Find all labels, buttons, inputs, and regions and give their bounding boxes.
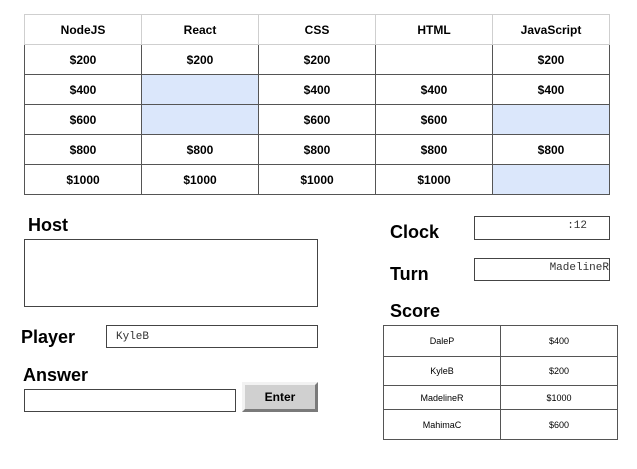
question-cell[interactable]: $1000 [258, 164, 376, 195]
board-header-row: NodeJS React CSS HTML JavaScript [24, 14, 610, 45]
question-cell[interactable]: $200 [141, 44, 259, 75]
score-table: DaleP $400 KyleB $200 MadelineR $1000 Ma… [383, 325, 618, 440]
score-player-name: DaleP [383, 325, 501, 357]
score-player-name: MahimaC [383, 409, 501, 440]
player-label: Player [21, 327, 76, 347]
score-row: MahimaC $600 [383, 409, 618, 440]
clock-display: :12 [474, 216, 610, 240]
category-header: NodeJS [24, 14, 142, 45]
question-cell[interactable]: $800 [375, 134, 493, 165]
question-cell[interactable]: $400 [258, 74, 376, 105]
question-cell[interactable]: $400 [492, 74, 610, 105]
question-cell[interactable]: $800 [258, 134, 376, 165]
board-row: $400 $400 $400 $400 [24, 74, 610, 105]
answered-cell [141, 104, 259, 135]
turn-display: MadelineR [474, 258, 610, 281]
question-cell[interactable]: $200 [258, 44, 376, 75]
category-header: CSS [258, 14, 376, 45]
turn-label: Turn [390, 264, 429, 284]
board-row: $600 $600 $600 [24, 104, 610, 135]
question-cell[interactable]: $800 [24, 134, 142, 165]
category-header: HTML [375, 14, 493, 45]
question-cell[interactable]: $400 [24, 74, 142, 105]
question-cell[interactable]: $1000 [141, 164, 259, 195]
question-cell[interactable]: $800 [141, 134, 259, 165]
board-row: $800 $800 $800 $800 $800 [24, 134, 610, 165]
question-cell[interactable]: $200 [24, 44, 142, 75]
question-cell[interactable]: $600 [258, 104, 376, 135]
category-header: React [141, 14, 259, 45]
question-cell[interactable]: $800 [492, 134, 610, 165]
score-label: Score [390, 301, 441, 321]
score-points: $400 [500, 325, 618, 357]
host-message-box [24, 239, 318, 307]
answered-cell [492, 104, 610, 135]
answer-input[interactable] [24, 389, 236, 412]
score-row: MadelineR $1000 [383, 385, 618, 410]
question-cell[interactable]: $600 [24, 104, 142, 135]
score-player-name: MadelineR [383, 385, 501, 410]
player-name-field[interactable]: KyleB [106, 325, 318, 348]
question-cell[interactable]: $1000 [375, 164, 493, 195]
score-points: $600 [500, 409, 618, 440]
answered-cell [141, 74, 259, 105]
category-header: JavaScript [492, 14, 610, 45]
answer-label: Answer [23, 365, 89, 385]
board-row: $200 $200 $200 $200 [24, 44, 610, 75]
game-board: NodeJS React CSS HTML JavaScript $200 $2… [24, 14, 610, 195]
score-player-name: KyleB [383, 356, 501, 386]
question-cell[interactable]: $600 [375, 104, 493, 135]
enter-button[interactable]: Enter [242, 382, 318, 412]
score-points: $200 [500, 356, 618, 386]
question-cell[interactable]: $200 [492, 44, 610, 75]
board-row: $1000 $1000 $1000 $1000 [24, 164, 610, 195]
host-label: Host [28, 215, 68, 235]
answered-cell [492, 164, 610, 195]
empty-cell [375, 44, 493, 75]
score-row: KyleB $200 [383, 356, 618, 386]
score-points: $1000 [500, 385, 618, 410]
question-cell[interactable]: $400 [375, 74, 493, 105]
score-row: DaleP $400 [383, 325, 618, 357]
question-cell[interactable]: $1000 [24, 164, 142, 195]
clock-label: Clock [390, 222, 440, 242]
